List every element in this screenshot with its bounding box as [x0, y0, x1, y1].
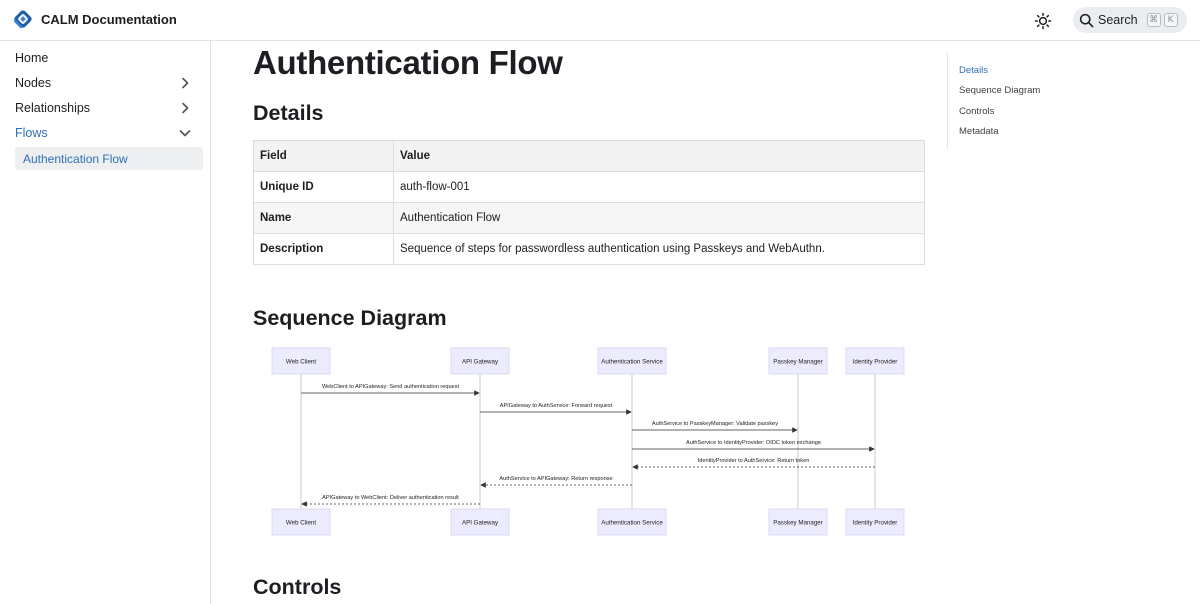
top-navbar: CALM Documentation Search ⌘ K: [0, 0, 1200, 41]
toc-link-metadata[interactable]: Metadata: [959, 126, 999, 137]
participant-label: Web Client: [286, 359, 316, 366]
sun-icon: [1034, 12, 1052, 30]
table-cell-field: Description: [253, 233, 394, 265]
sidebar-item-label: Authentication Flow: [23, 151, 128, 166]
details-heading: Details: [253, 101, 324, 125]
table-header-value: Value: [393, 140, 925, 172]
chevron-down-icon[interactable]: [177, 125, 193, 141]
sidebar-item-authentication-flow[interactable]: Authentication Flow: [15, 147, 203, 170]
sidebar-item-label: Relationships: [15, 101, 91, 115]
participant-label: Passkey Manager: [773, 520, 823, 527]
sidebar-item-relationships[interactable]: Relationships: [15, 97, 203, 119]
search-shortcut: ⌘ K: [1144, 13, 1178, 27]
table-row: Description Sequence of steps for passwo…: [253, 233, 925, 265]
message-label: AuthService to APIGateway: Return respon…: [499, 476, 612, 482]
search-icon: [1079, 13, 1094, 27]
chevron-right-icon[interactable]: [177, 75, 193, 91]
shortcut-key-k: K: [1163, 13, 1178, 27]
table-cell-value: Authentication Flow: [393, 202, 925, 234]
participant-label: API Gateway: [462, 359, 499, 366]
theme-toggle-button[interactable]: [1031, 9, 1055, 33]
sidebar: Home Nodes Relationships Flows Authentic…: [0, 41, 211, 604]
table-header-row: Field Value: [253, 140, 925, 172]
message-label: IdentityProvider to AuthService: Return …: [698, 458, 810, 464]
table-row: Name Authentication Flow: [253, 202, 925, 234]
toc-link-sequence-diagram[interactable]: Sequence Diagram: [959, 85, 1040, 96]
sidebar-item-flows[interactable]: Flows: [15, 122, 203, 144]
table-cell-field: Unique ID: [253, 171, 394, 203]
table-cell-field: Name: [253, 202, 394, 234]
calm-logo-icon: [13, 10, 32, 29]
participant-label: Authentication Service: [601, 520, 663, 527]
message-label: WebClient to APIGateway: Send authentica…: [322, 384, 459, 390]
table-cell-value: auth-flow-001: [393, 171, 925, 203]
participant-label: Authentication Service: [601, 359, 663, 366]
sidebar-item-label: Flows: [15, 126, 48, 140]
chevron-right-icon[interactable]: [177, 100, 193, 116]
search-button[interactable]: Search ⌘ K: [1073, 7, 1187, 33]
sidebar-item-label: Nodes: [15, 76, 52, 90]
brand-title: CALM Documentation: [41, 11, 177, 27]
toc-link-details[interactable]: Details: [959, 65, 988, 76]
brand-link[interactable]: CALM Documentation: [12, 8, 177, 30]
toc-link-controls[interactable]: Controls: [959, 106, 994, 117]
controls-heading: Controls: [253, 575, 342, 599]
sidebar-item-nodes[interactable]: Nodes: [15, 72, 203, 94]
table-header-field: Field: [253, 140, 394, 172]
page-title: Authentication Flow: [253, 44, 563, 81]
message-label: AuthService to IdentityProvider: OIDC to…: [686, 440, 821, 446]
sidebar-item-home[interactable]: Home: [15, 47, 203, 69]
search-label: Search: [1098, 13, 1138, 27]
message-label: AuthService to PasskeyManager: Validate …: [652, 421, 778, 427]
participant-label: Passkey Manager: [773, 359, 823, 366]
message-label: APIGateway to WebClient: Deliver authent…: [322, 495, 459, 501]
table-row: Unique ID auth-flow-001: [253, 171, 925, 203]
main-content: Authentication Flow Details Field Value …: [211, 41, 946, 604]
sequence-diagram: Web Client Web Client API Gateway API Gatew…: [271, 347, 905, 536]
details-table: Field Value Unique ID auth-flow-001 Name…: [253, 140, 925, 265]
sequence-diagram-heading: Sequence Diagram: [253, 306, 447, 330]
table-of-contents: Details Sequence Diagram Controls Metada…: [947, 53, 1147, 149]
shortcut-key-cmd: ⌘: [1146, 13, 1161, 27]
participant-label: API Gateway: [462, 520, 499, 527]
participant-label: Identity Provider: [853, 520, 898, 527]
table-cell-value: Sequence of steps for passwordless authe…: [393, 233, 925, 265]
participant-label: Web Client: [286, 520, 316, 527]
participant-label: Identity Provider: [853, 359, 898, 366]
message-label: APIGateway to AuthService: Forward reque…: [500, 403, 613, 409]
sidebar-item-label: Home: [15, 51, 49, 65]
